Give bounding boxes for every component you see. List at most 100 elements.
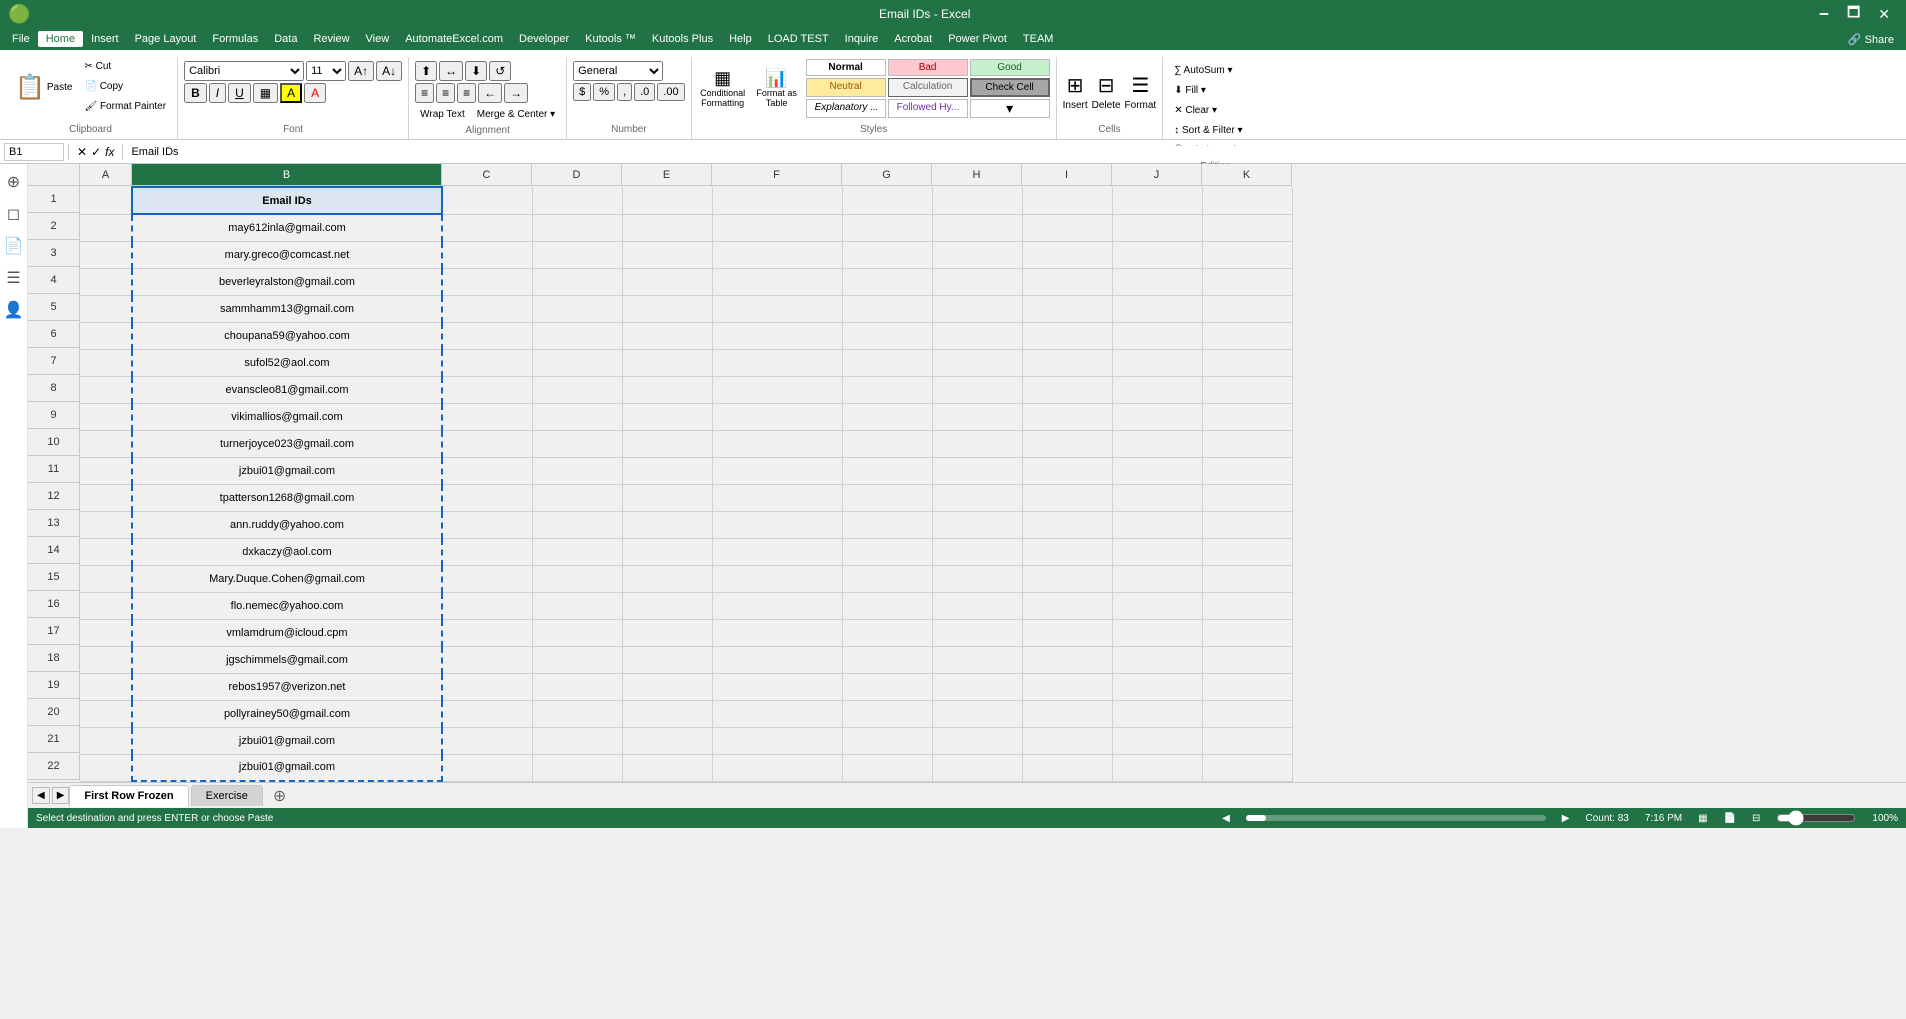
cell-g14[interactable] — [842, 538, 932, 565]
cell-i1[interactable] — [1022, 187, 1112, 214]
cell-g3[interactable] — [842, 241, 932, 268]
cell-k10[interactable] — [1202, 430, 1292, 457]
cell-j19[interactable] — [1112, 673, 1202, 700]
cell-e18[interactable] — [622, 646, 712, 673]
menu-home[interactable]: Home — [38, 31, 83, 47]
align-center-button[interactable]: ≡ — [436, 83, 455, 103]
cell-i12[interactable] — [1022, 484, 1112, 511]
cell-c2[interactable] — [442, 214, 532, 241]
cell-d16[interactable] — [532, 592, 622, 619]
row-header-4[interactable]: 4 — [28, 267, 80, 294]
align-top-button[interactable]: ⬆ — [415, 61, 437, 81]
clear-button[interactable]: ✕ Clear ▾ — [1169, 101, 1262, 119]
cell-e22[interactable] — [622, 754, 712, 781]
cell-e2[interactable] — [622, 214, 712, 241]
cell-a12[interactable] — [80, 484, 132, 511]
formula-confirm-icon[interactable]: ✓ — [91, 145, 101, 159]
menu-page-layout[interactable]: Page Layout — [127, 31, 205, 47]
percent-button[interactable]: % — [593, 83, 615, 101]
cell-j22[interactable] — [1112, 754, 1202, 781]
underline-button[interactable]: U — [228, 83, 251, 103]
cell-j3[interactable] — [1112, 241, 1202, 268]
cell-e1[interactable] — [622, 187, 712, 214]
cell-h11[interactable] — [932, 457, 1022, 484]
cell-j4[interactable] — [1112, 268, 1202, 295]
cell-d14[interactable] — [532, 538, 622, 565]
col-header-k[interactable]: K — [1202, 164, 1292, 186]
cell-c5[interactable] — [442, 295, 532, 322]
cell-c6[interactable] — [442, 322, 532, 349]
cell-a18[interactable] — [80, 646, 132, 673]
paste-button[interactable]: 📋 Paste — [10, 57, 77, 117]
cell-j15[interactable] — [1112, 565, 1202, 592]
copy-button[interactable]: 📄 Copy — [79, 77, 171, 95]
col-header-j[interactable]: J — [1112, 164, 1202, 186]
cell-j2[interactable] — [1112, 214, 1202, 241]
menu-power-pivot[interactable]: Power Pivot — [940, 31, 1015, 47]
cell-a16[interactable] — [80, 592, 132, 619]
cell-d13[interactable] — [532, 511, 622, 538]
style-normal[interactable]: Normal — [806, 59, 886, 76]
cell-g21[interactable] — [842, 727, 932, 754]
cell-k21[interactable] — [1202, 727, 1292, 754]
cell-g4[interactable] — [842, 268, 932, 295]
cell-f12[interactable] — [712, 484, 842, 511]
sheet-view-normal[interactable]: ▦ — [1698, 813, 1707, 824]
cell-f4[interactable] — [712, 268, 842, 295]
cell-g6[interactable] — [842, 322, 932, 349]
cell-c22[interactable] — [442, 754, 532, 781]
cell-b20[interactable]: pollyrainey50@gmail.com — [132, 700, 442, 727]
cell-a13[interactable] — [80, 511, 132, 538]
menu-data[interactable]: Data — [266, 31, 305, 47]
style-neutral[interactable]: Neutral — [806, 78, 886, 97]
cell-c9[interactable] — [442, 403, 532, 430]
cell-j14[interactable] — [1112, 538, 1202, 565]
menu-view[interactable]: View — [358, 31, 398, 47]
cell-e5[interactable] — [622, 295, 712, 322]
cell-b2[interactable]: may612inla@gmail.com — [132, 214, 442, 241]
cell-j6[interactable] — [1112, 322, 1202, 349]
row-header-7[interactable]: 7 — [28, 348, 80, 375]
styles-expand-button[interactable]: ▾ — [970, 99, 1050, 118]
cell-f10[interactable] — [712, 430, 842, 457]
cell-c15[interactable] — [442, 565, 532, 592]
dollar-button[interactable]: $ — [573, 83, 591, 101]
sheet-view-layout[interactable]: 📄 — [1724, 813, 1736, 824]
cell-e20[interactable] — [622, 700, 712, 727]
cell-f15[interactable] — [712, 565, 842, 592]
row-header-3[interactable]: 3 — [28, 240, 80, 267]
cell-j20[interactable] — [1112, 700, 1202, 727]
cell-g10[interactable] — [842, 430, 932, 457]
cell-c16[interactable] — [442, 592, 532, 619]
row-header-21[interactable]: 21 — [28, 726, 80, 753]
formula-fx-icon[interactable]: fx — [105, 145, 114, 159]
menu-acrobat[interactable]: Acrobat — [886, 31, 940, 47]
insert-button[interactable]: ⊞ Insert — [1063, 73, 1088, 111]
cell-h7[interactable] — [932, 349, 1022, 376]
cell-c14[interactable] — [442, 538, 532, 565]
col-header-d[interactable]: D — [532, 164, 622, 186]
indent-increase-button[interactable]: → — [504, 83, 528, 103]
sort-filter-button[interactable]: ↕ Sort & Filter ▾ — [1169, 121, 1262, 139]
cell-k11[interactable] — [1202, 457, 1292, 484]
cell-k17[interactable] — [1202, 619, 1292, 646]
cell-e9[interactable] — [622, 403, 712, 430]
cell-d4[interactable] — [532, 268, 622, 295]
row-header-12[interactable]: 12 — [28, 483, 80, 510]
cell-i17[interactable] — [1022, 619, 1112, 646]
cell-e19[interactable] — [622, 673, 712, 700]
cell-f8[interactable] — [712, 376, 842, 403]
cell-f20[interactable] — [712, 700, 842, 727]
comma-button[interactable]: , — [617, 83, 632, 101]
scroll-bar[interactable] — [1246, 815, 1546, 821]
cell-g9[interactable] — [842, 403, 932, 430]
row-header-1[interactable]: 1 — [28, 186, 80, 213]
row-header-20[interactable]: 20 — [28, 699, 80, 726]
cell-i13[interactable] — [1022, 511, 1112, 538]
cell-a6[interactable] — [80, 322, 132, 349]
style-good[interactable]: Good — [970, 59, 1050, 76]
cell-b15[interactable]: Mary.Duque.Cohen@gmail.com — [132, 565, 442, 592]
sidebar-icon-2[interactable]: ◻ — [3, 200, 24, 228]
cell-b21[interactable]: jzbui01@gmail.com — [132, 727, 442, 754]
cell-d5[interactable] — [532, 295, 622, 322]
